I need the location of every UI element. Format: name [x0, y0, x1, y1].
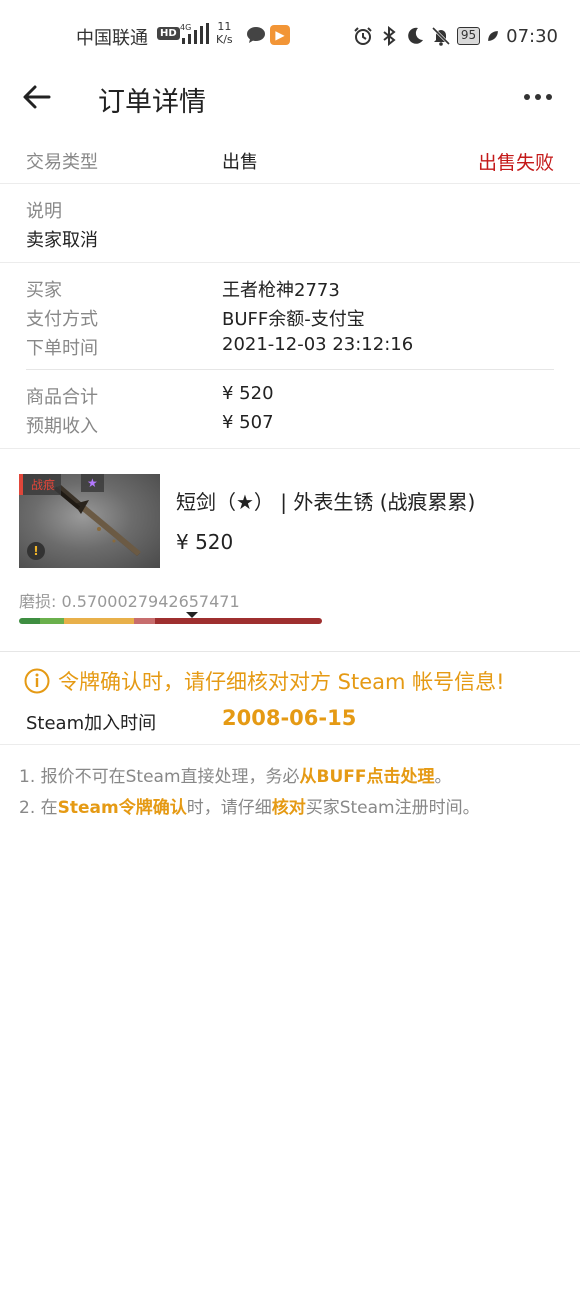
info-icon	[24, 668, 50, 694]
warning-badge-icon: !	[27, 542, 45, 560]
float-label: 磨损:	[19, 592, 57, 611]
item-name[interactable]: 短剑（★） | 外表生锈 (战痕累累)	[176, 486, 475, 515]
steam-warning: 令牌确认时，请仔细核对对方 Steam 帐号信息!	[24, 666, 505, 696]
divider	[26, 369, 554, 370]
order-status: 出售失败	[477, 152, 554, 174]
hd-badge: HD	[157, 27, 180, 40]
status-icons-right: 95 07:30	[353, 24, 558, 48]
order-time-value: 2021-12-03 23:12:16	[222, 334, 414, 355]
wear-marker-icon	[185, 612, 198, 618]
more-options-icon[interactable]	[522, 82, 554, 112]
steam-warning-text: 令牌确认时，请仔细核对对方 Steam 帐号信息!	[58, 670, 505, 694]
note-1-text: 1. 报价不可在Steam直接处理，务必	[19, 767, 300, 787]
page-title: 订单详情	[98, 87, 206, 118]
description-section: 说明 卖家取消	[0, 185, 580, 263]
wear-segment	[40, 618, 65, 624]
float-value: 0.5700027942657471	[61, 592, 240, 611]
buyer-value: 王者枪神2773	[222, 280, 340, 301]
item-thumbnail[interactable]: 战痕 ★ !	[19, 474, 160, 568]
signal-icon: 4G	[180, 23, 209, 44]
wear-tag: 战痕	[19, 474, 62, 495]
float-value-line: 磨损: 0.5700027942657471	[19, 588, 240, 612]
wear-segment	[19, 618, 41, 624]
alarm-icon	[354, 27, 372, 45]
leaf-icon	[488, 31, 499, 41]
payment-label: 支付方式	[26, 309, 98, 330]
note-2-highlight-1: Steam令牌确认	[57, 798, 187, 818]
payment-value: BUFF余额-支付宝	[222, 309, 365, 330]
note-2-text: 2. 在	[19, 798, 58, 818]
item-price: ¥ 520	[176, 530, 234, 554]
note-2-text-2: 时，请仔细	[186, 798, 272, 818]
moon-icon	[408, 27, 423, 44]
order-time-label: 下单时间	[26, 338, 98, 359]
steam-join-label: Steam加入时间	[26, 713, 157, 734]
wear-bar	[19, 618, 322, 624]
divider	[0, 744, 580, 745]
note-1: 1. 报价不可在Steam直接处理，务必从BUFF点击处理。	[19, 762, 452, 787]
note-1-highlight: 从BUFF点击处理	[299, 767, 435, 787]
wear-segment	[155, 618, 322, 624]
wear-segment	[64, 618, 135, 624]
app-notification-icon: ▶	[270, 25, 290, 45]
carrier-label: 中国联通	[76, 28, 148, 49]
steam-join-date: 2008-06-15	[222, 706, 357, 730]
mute-bell-icon	[431, 26, 450, 46]
transaction-type-label: 交易类型	[26, 152, 98, 173]
income-label: 预期收入	[26, 416, 98, 437]
back-arrow-icon[interactable]	[22, 82, 52, 112]
description-value: 卖家取消	[26, 230, 98, 251]
total-label: 商品合计	[26, 387, 98, 408]
status-bar: 中国联通 HD 4G 11 K/s ▶ 95 07:30	[0, 0, 580, 70]
star-tag: ★	[81, 474, 104, 492]
note-2-end: 买家Steam注册时间。	[305, 798, 480, 818]
transaction-type-row: 交易类型 出售 出售失败	[0, 140, 580, 184]
app-bar: 订单详情	[0, 70, 580, 126]
wear-segment	[134, 618, 156, 624]
bluetooth-icon	[383, 26, 396, 46]
network-speed: 11 K/s	[216, 20, 233, 46]
battery-indicator: 95	[456, 27, 481, 45]
buyer-section: 买家 王者枪神2773 支付方式 BUFF余额-支付宝 下单时间 2021-12…	[0, 263, 580, 449]
note-2: 2. 在Steam令牌确认时，请仔细核对买家Steam注册时间。	[19, 793, 480, 818]
note-1-end: 。	[434, 767, 452, 787]
buyer-label: 买家	[26, 280, 62, 301]
description-label: 说明	[26, 201, 62, 222]
message-icon	[247, 27, 265, 43]
svg-text:4G: 4G	[180, 23, 191, 32]
clock: 07:30	[506, 25, 558, 47]
note-2-highlight-2: 核对	[271, 798, 306, 818]
total-value: ¥ 520	[222, 383, 274, 404]
transaction-type-value: 出售	[222, 152, 258, 173]
divider	[0, 651, 580, 652]
income-value: ¥ 507	[222, 412, 274, 433]
